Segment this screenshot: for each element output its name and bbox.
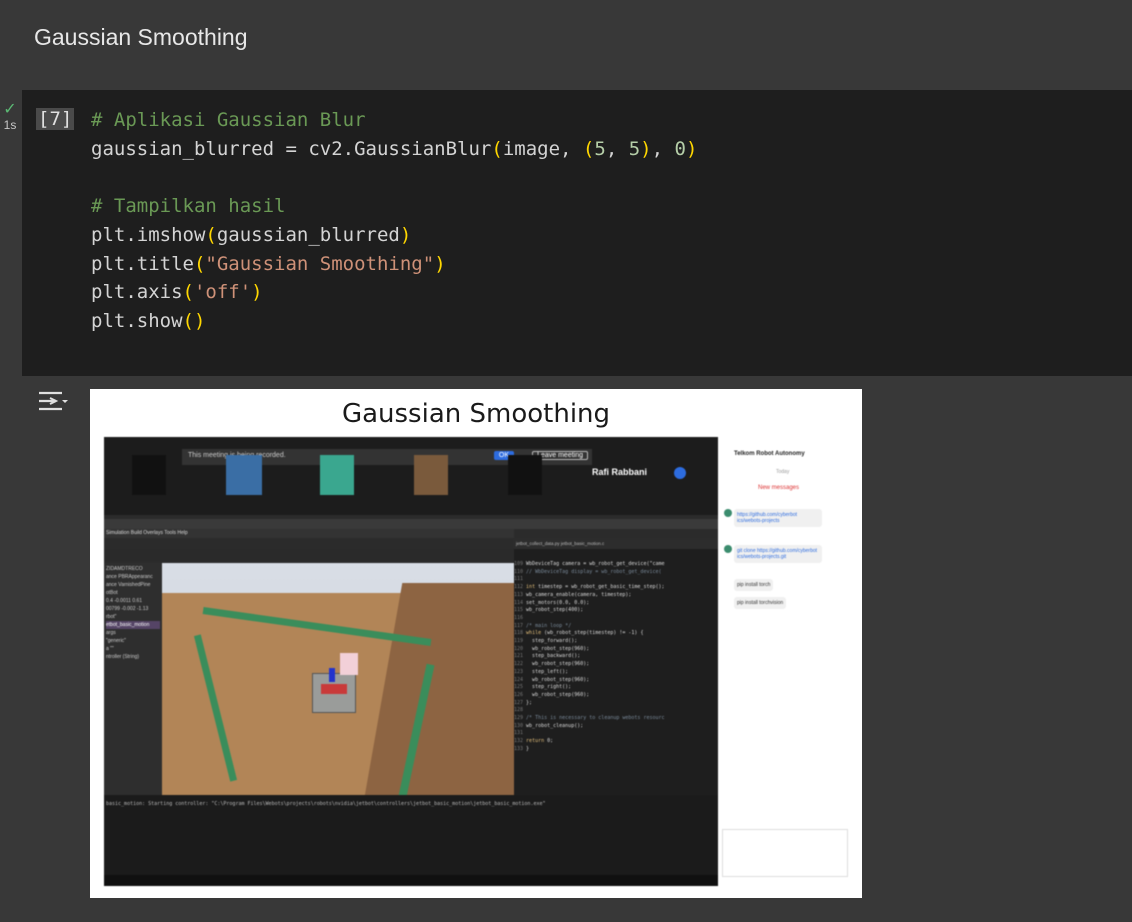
figure-title: Gaussian Smoothing — [341, 399, 611, 429]
console-output: basic_motion: Starting controller: "C:\P… — [104, 795, 718, 875]
chat-panel: Telkom Robot Autonomy Today New messages… — [718, 437, 850, 886]
code-line: plt.imshow(gaussian_blurred) — [91, 223, 412, 246]
code-line: plt.title("Gaussian Smoothing") — [91, 252, 446, 275]
code-line: gaussian_blurred = cv2.GaussianBlur(imag… — [91, 137, 698, 160]
webots-titlebar — [104, 519, 718, 529]
meeting-bar: This meeting is being recorded. OK Leave… — [104, 437, 718, 515]
execution-count: [7] — [36, 108, 75, 130]
speaker-name: Rafi Rabbani — [592, 467, 648, 477]
scene-tree: ZIDAMDTRECO ance PBRAppearanc ance Varnish… — [104, 563, 162, 795]
run-status[interactable]: ✓ 1s — [0, 101, 20, 133]
code-editor[interactable]: # Aplikasi Gaussian Blur gaussian_blurre… — [91, 106, 697, 336]
simulation-view — [162, 563, 563, 813]
section-heading: Gaussian Smoothing — [34, 24, 248, 50]
success-check-icon: ✓ — [3, 101, 17, 118]
webots-menu: Simulation Build Overlays Tools Help — [104, 529, 514, 538]
code-line: plt.axis('off') — [91, 281, 263, 304]
editor-tabs: jetbot_collect_data.py jetbot_basic_moti… — [514, 539, 718, 549]
code-line: # Tampilkan hasil — [91, 195, 286, 218]
output-toggle-icon[interactable] — [36, 388, 70, 418]
execution-duration: 1s — [3, 118, 17, 132]
output-image: This meeting is being recorded. OK Leave… — [104, 437, 850, 886]
webots-toolbar — [104, 549, 514, 561]
output-figure: Gaussian Smoothing This meeting is being… — [90, 389, 862, 898]
code-line: plt.show() — [91, 309, 206, 332]
code-line: # Aplikasi Gaussian Blur — [91, 109, 366, 131]
code-editor-view: 109 WbDeviceTag camera = wb_robot_get_de… — [514, 549, 718, 795]
